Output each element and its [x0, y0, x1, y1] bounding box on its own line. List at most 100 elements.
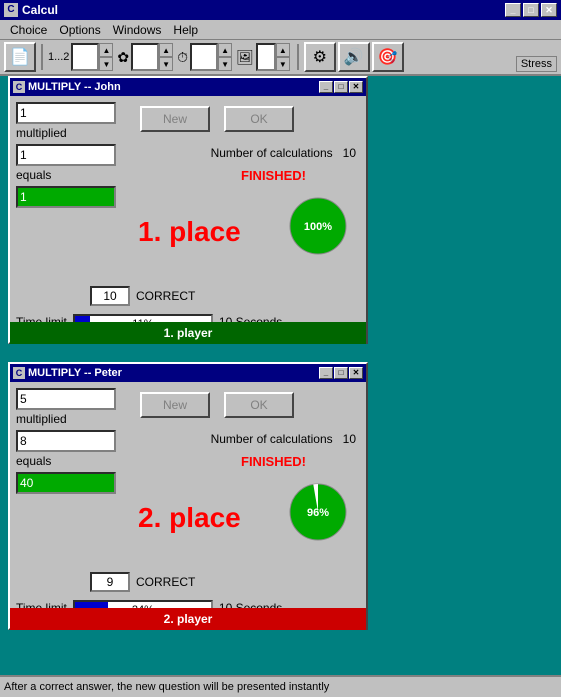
settings-icon: ⚙: [313, 47, 327, 67]
peter-left-panel: multiplied equals: [16, 388, 116, 494]
peter-answer[interactable]: [16, 472, 116, 494]
john-new-button[interactable]: New: [140, 106, 210, 132]
peter-close-btn[interactable]: ✕: [349, 367, 363, 379]
minimize-button[interactable]: _: [505, 3, 521, 17]
john-finished: FINISHED!: [241, 168, 306, 183]
john-player-bar: 1. player: [10, 322, 366, 344]
john-input2[interactable]: [16, 144, 116, 166]
peter-multiplied-label: multiplied: [16, 412, 116, 426]
window-john-icon: C: [13, 81, 25, 93]
spinner-input-4[interactable]: 2: [256, 43, 276, 71]
spinner-group-4: 🖼 2 ▲ ▼: [236, 43, 290, 71]
spinner-down-3[interactable]: ▼: [218, 57, 232, 71]
peter-input2[interactable]: [16, 430, 116, 452]
window-john-title: MULTIPLY -- John: [28, 81, 121, 93]
extra-button[interactable]: 🎯: [372, 42, 404, 72]
image-icon: 🖼: [236, 49, 254, 66]
title-bar: C Calcul _ □ ✕: [0, 0, 561, 20]
john-multiplied-label: multiplied: [16, 126, 116, 140]
peter-buttons: New OK: [140, 392, 294, 418]
peter-correct-label: CORRECT: [136, 575, 195, 589]
peter-correct-row: CORRECT: [90, 572, 195, 592]
john-correct-row: CORRECT: [90, 286, 195, 306]
spinner-down-1[interactable]: ▼: [99, 57, 113, 71]
john-pie-chart: 100%: [288, 196, 348, 256]
spinner-group-3: ⏱ 10 ▲ ▼: [177, 43, 232, 71]
window-peter-icon: C: [13, 367, 25, 379]
spinner-down-2[interactable]: ▼: [159, 57, 173, 71]
window-john: C MULTIPLY -- John _ □ ✕ multiplied equa…: [8, 76, 368, 344]
spinner-up-3[interactable]: ▲: [218, 43, 232, 57]
new-doc-button[interactable]: 📄: [4, 42, 36, 72]
toolbar: 📄 1...2 12 ▲ ▼ ✿ 10 ▲ ▼ ⏱ 10 ▲ ▼ 🖼 2 ▲ ▼: [0, 40, 561, 76]
john-place-label: 1. place: [138, 216, 241, 247]
john-pie-container: 100%: [288, 196, 348, 259]
window-john-titlebar: C MULTIPLY -- John _ □ ✕: [10, 78, 366, 96]
peter-pie-chart: 96%: [288, 482, 348, 542]
close-button[interactable]: ✕: [541, 3, 557, 17]
peter-input1[interactable]: [16, 388, 116, 410]
status-text: After a correct answer, the new question…: [4, 681, 329, 693]
john-finished-label: FINISHED!: [241, 168, 306, 183]
window-peter-title: MULTIPLY -- Peter: [28, 367, 122, 379]
peter-place-text: 2. place: [138, 502, 241, 534]
peter-correct-input[interactable]: [90, 572, 130, 592]
john-answer[interactable]: [16, 186, 116, 208]
window-john-content: multiplied equals New OK Number of calcu…: [10, 96, 366, 344]
peter-finished-label: FINISHED!: [241, 454, 306, 469]
john-player-label: 1. player: [164, 326, 213, 340]
window-peter-titlebar: C MULTIPLY -- Peter _ □ ✕: [10, 364, 366, 382]
john-close-btn[interactable]: ✕: [349, 81, 363, 93]
john-num-calc-val: 10: [343, 146, 356, 160]
peter-minimize-btn[interactable]: _: [319, 367, 333, 379]
john-pie-label: 100%: [304, 221, 332, 233]
maximize-button[interactable]: □: [523, 3, 539, 17]
toolbar-separator-1: [41, 44, 43, 70]
toolbar-separator-2: [297, 44, 299, 70]
spinner-group-2: ✿ 10 ▲ ▼: [117, 43, 173, 71]
spinner-input-3[interactable]: 10: [190, 43, 218, 71]
spinner-input-1[interactable]: 12: [71, 43, 99, 71]
peter-num-calc-label: Number of calculations: [211, 432, 340, 446]
spinner-input-2[interactable]: 10: [131, 43, 159, 71]
menu-help[interactable]: Help: [167, 21, 204, 39]
peter-new-button[interactable]: New: [140, 392, 210, 418]
peter-num-calc-val: 10: [343, 432, 356, 446]
settings-button[interactable]: ⚙: [304, 42, 336, 72]
menu-options[interactable]: Options: [53, 21, 106, 39]
peter-ok-button[interactable]: OK: [224, 392, 294, 418]
spinner-arrows-3: ▲ ▼: [218, 43, 232, 71]
app-title: Calcul: [22, 3, 58, 17]
peter-pie-label: 96%: [307, 507, 329, 519]
john-buttons: New OK: [140, 106, 294, 132]
peter-info: Number of calculations 10: [211, 432, 356, 446]
window-peter: C MULTIPLY -- Peter _ □ ✕ multiplied equ…: [8, 362, 368, 630]
spinner-down-4[interactable]: ▼: [276, 57, 290, 71]
clock-icon: ⏱: [177, 49, 188, 66]
menu-bar: Choice Options Windows Help: [0, 20, 561, 40]
peter-maximize-btn[interactable]: □: [334, 367, 348, 379]
john-correct-input[interactable]: [90, 286, 130, 306]
peter-player-label: 2. player: [164, 612, 213, 626]
extra-icon: 🎯: [378, 47, 398, 67]
menu-windows[interactable]: Windows: [107, 21, 168, 39]
window-peter-content: multiplied equals New OK Number of calcu…: [10, 382, 366, 630]
app-icon: C: [4, 3, 18, 17]
john-ok-button[interactable]: OK: [224, 106, 294, 132]
menu-choice[interactable]: Choice: [4, 21, 53, 39]
spinner-up-4[interactable]: ▲: [276, 43, 290, 57]
john-num-calc-label: Number of calculations: [211, 146, 340, 160]
john-maximize-btn[interactable]: □: [334, 81, 348, 93]
spinner-up-1[interactable]: ▲: [99, 43, 113, 57]
spinner-up-2[interactable]: ▲: [159, 43, 173, 57]
john-minimize-btn[interactable]: _: [319, 81, 333, 93]
spinner-arrows-4: ▲ ▼: [276, 43, 290, 71]
sound-button[interactable]: 🔊: [338, 42, 370, 72]
peter-finished: FINISHED!: [241, 454, 306, 469]
john-input1[interactable]: [16, 102, 116, 124]
stress-label: Stress: [516, 56, 557, 72]
spinner-arrows-2: ▲ ▼: [159, 43, 173, 71]
flower-icon: ✿: [117, 49, 129, 66]
status-bar: After a correct answer, the new question…: [0, 675, 561, 697]
peter-place-label: 2. place: [138, 502, 241, 533]
